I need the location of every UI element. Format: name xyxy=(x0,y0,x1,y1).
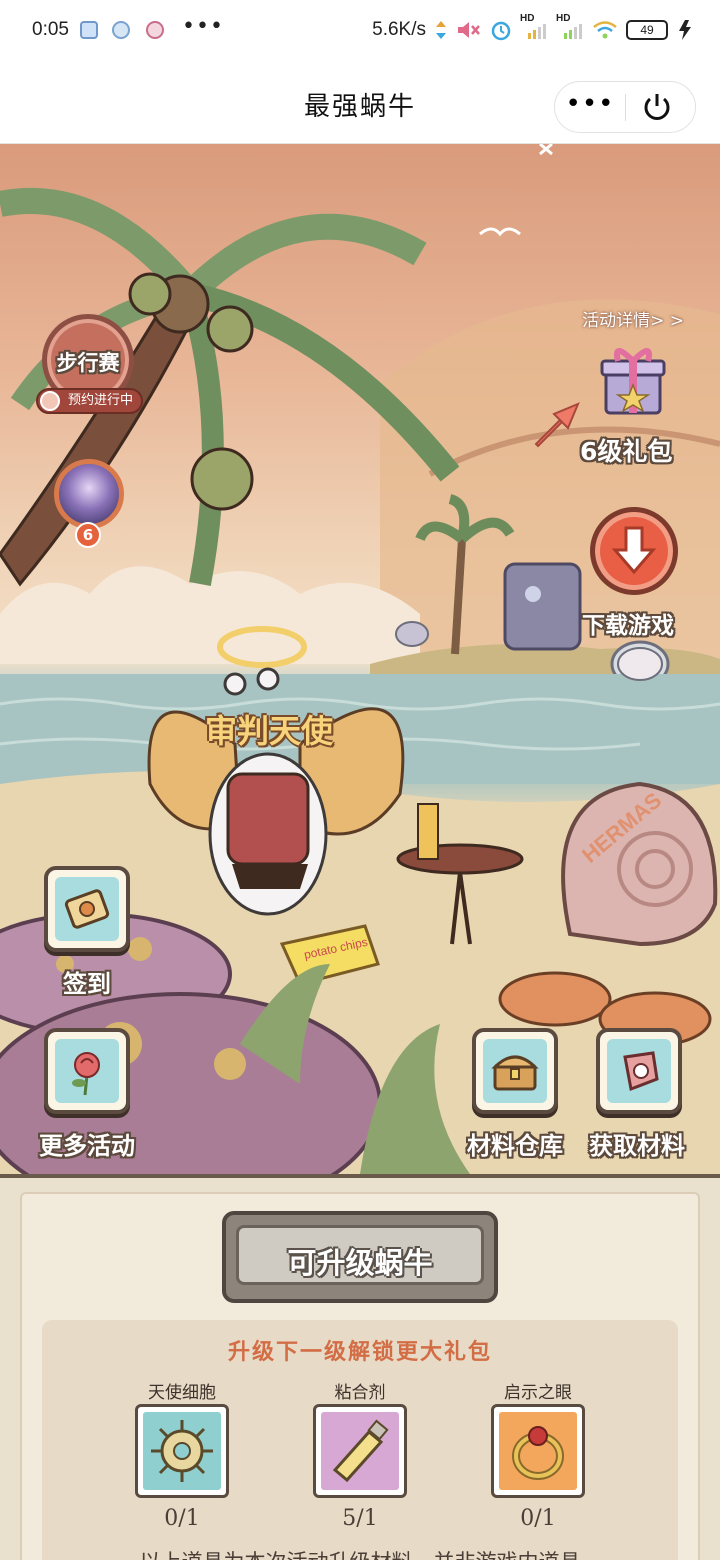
player-level-badge: 6 xyxy=(75,522,101,548)
sign-in-button[interactable] xyxy=(44,866,130,952)
camera-icon xyxy=(146,21,164,39)
pointer-arrow-icon xyxy=(534,402,580,448)
rose-icon xyxy=(72,1052,100,1096)
download-arrow-icon xyxy=(611,526,657,575)
data-transfer-icon xyxy=(436,21,446,39)
download-game-button[interactable] xyxy=(590,507,678,595)
cloud-icon xyxy=(112,21,130,39)
gear-material-icon xyxy=(623,1051,659,1092)
more-notifications-icon: ••• xyxy=(182,14,224,39)
signal-icon-1: HD xyxy=(520,13,548,41)
material-count: 0/1 xyxy=(164,1506,200,1531)
gift-level-label[interactable]: 6级礼包 xyxy=(580,432,672,468)
more-options-button[interactable]: ••• xyxy=(555,82,625,132)
material-name: 天使细胞 xyxy=(148,1383,216,1403)
sign-in-label[interactable]: 签到 xyxy=(12,964,162,999)
net-speed: 5.6K/s xyxy=(372,19,426,40)
download-game-label[interactable]: 下载游戏 xyxy=(582,606,674,640)
reserve-icon xyxy=(40,391,60,411)
mini-program-title-bar: 最强蜗牛 ••• xyxy=(0,62,720,144)
status-bar: 0:05 ••• 5.6K/s HD HD 49 xyxy=(0,0,720,62)
materials-heading: 升级下一级解锁更大礼包 xyxy=(227,1340,492,1365)
material-card-adhesive[interactable] xyxy=(313,1404,407,1498)
materials-footnote: 以上道具为本次活动升级材料，并非游戏内道具 xyxy=(0,1546,720,1560)
capsule-divider xyxy=(625,94,626,121)
player-avatar[interactable] xyxy=(54,459,124,529)
close-program-icon[interactable] xyxy=(641,91,673,123)
material-count: 5/1 xyxy=(342,1506,378,1531)
activity-details-link[interactable]: 活动详情> > xyxy=(582,306,684,331)
alarm-icon xyxy=(491,21,511,41)
material-name: 启示之眼 xyxy=(504,1383,572,1403)
upgradable-snail-button[interactable]: 可升级蜗牛 xyxy=(222,1211,498,1303)
get-materials-button[interactable] xyxy=(596,1028,682,1114)
material-card-angel-cell[interactable] xyxy=(135,1404,229,1498)
glue-tube-icon xyxy=(332,1419,389,1483)
more-events-button[interactable] xyxy=(44,1028,130,1114)
mute-icon xyxy=(458,22,480,38)
upgrade-button-label: 可升级蜗牛 xyxy=(287,1246,433,1280)
race-badge-text: 预约进行中 xyxy=(68,393,134,408)
menu-capsule: ••• xyxy=(554,81,696,133)
character-name: 审判天使 xyxy=(205,712,334,750)
get-materials-label[interactable]: 获取材料 xyxy=(562,1126,712,1161)
angel-cell-icon xyxy=(151,1420,213,1482)
battery-indicator: 49 xyxy=(626,20,668,40)
race-label: 步行赛 xyxy=(56,351,120,375)
material-count: 0/1 xyxy=(520,1506,556,1531)
material-warehouse-button[interactable] xyxy=(472,1028,558,1114)
scene-illustration: potato chips HERMAS xyxy=(0,144,720,1174)
signal-icon-2: HD xyxy=(556,13,584,41)
material-card-revelation-eye[interactable] xyxy=(491,1404,585,1498)
scroll-icon xyxy=(64,889,110,929)
charging-icon xyxy=(679,20,691,40)
treasure-chest-icon xyxy=(491,1055,539,1091)
game-scene: potato chips HERMAS 步行赛 预约进行中 6 活动详情> > … xyxy=(0,144,720,1174)
gallery-icon xyxy=(80,21,98,39)
ring-icon xyxy=(512,1426,564,1480)
race-status-badge: 预约进行中 xyxy=(36,388,144,414)
material-name: 粘合剂 xyxy=(334,1383,386,1403)
wifi-icon xyxy=(593,21,617,39)
gift-box-icon[interactable] xyxy=(598,341,668,419)
status-time: 0:05 xyxy=(32,19,69,40)
more-events-label[interactable]: 更多活动 xyxy=(12,1126,162,1161)
